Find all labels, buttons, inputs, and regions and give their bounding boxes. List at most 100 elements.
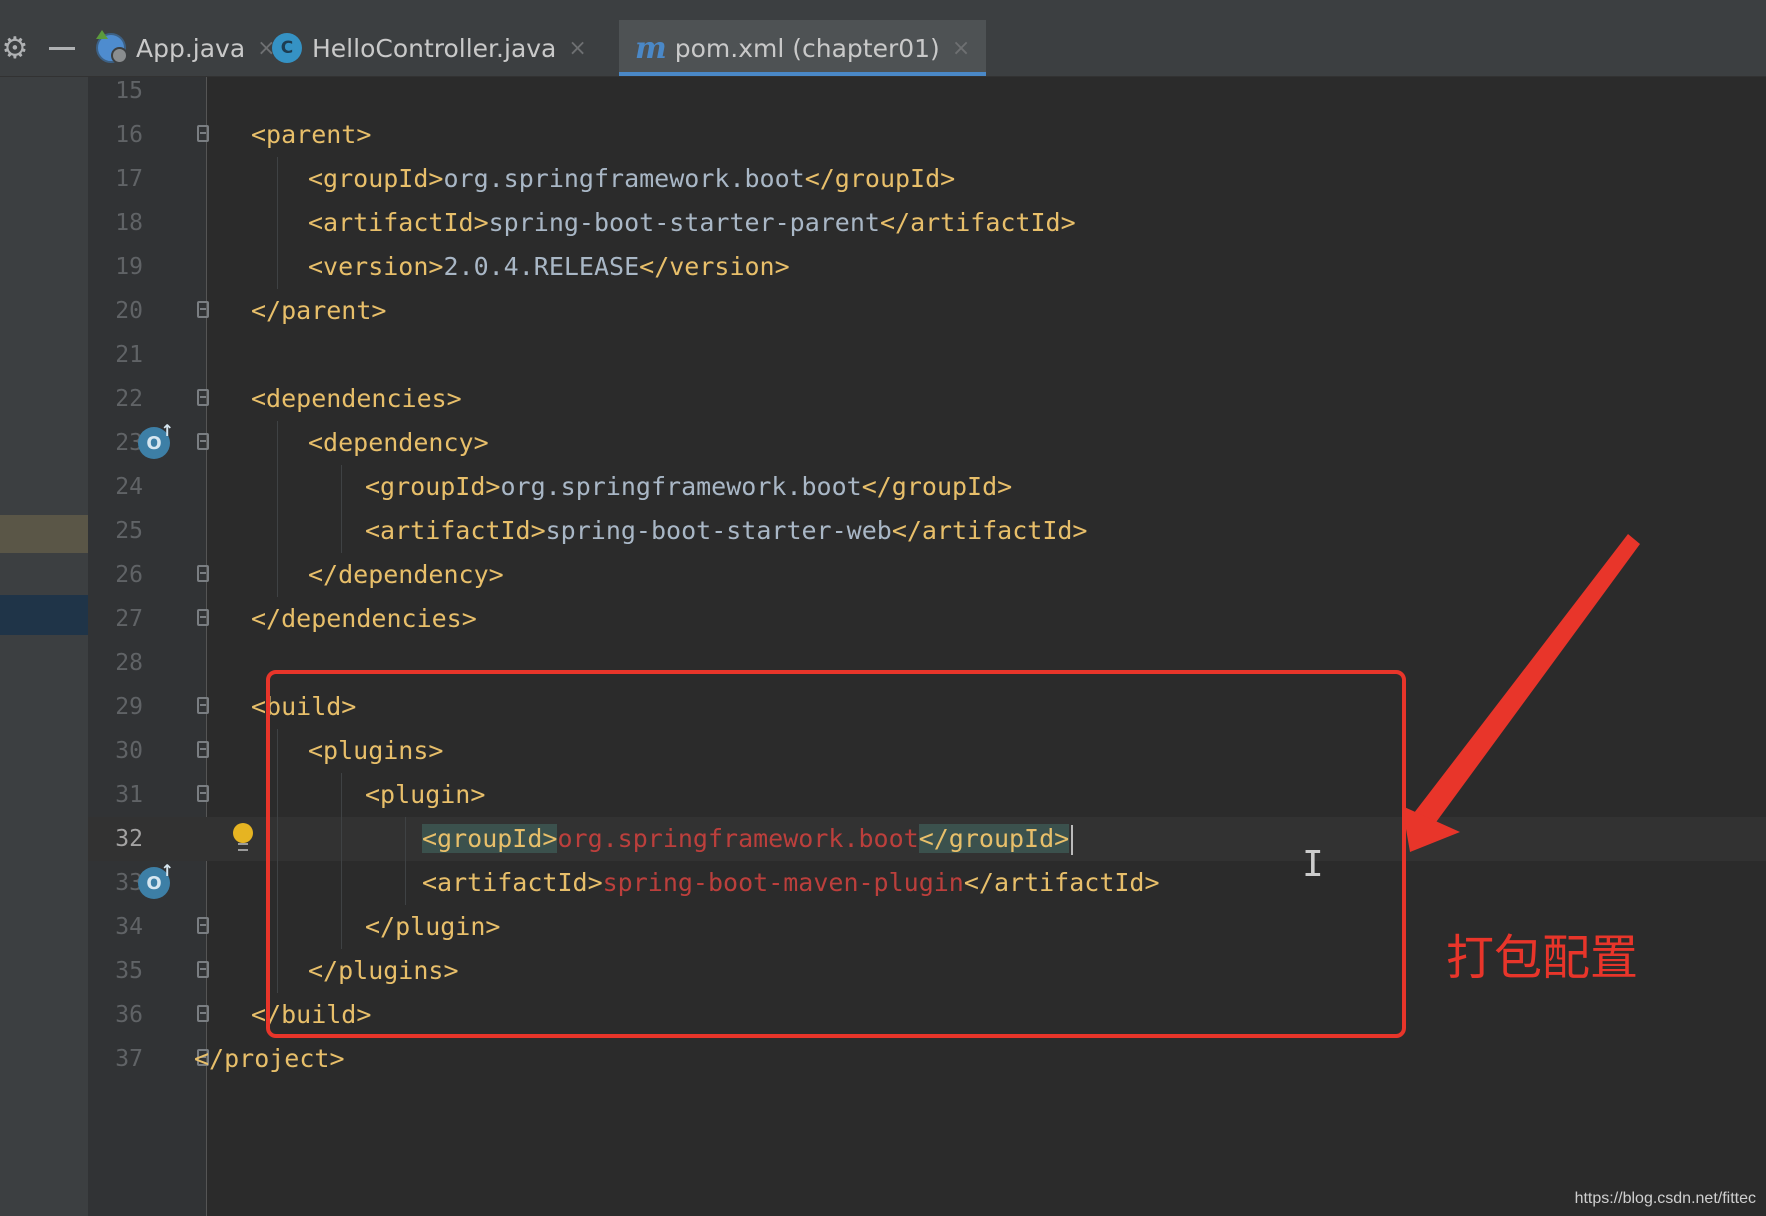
close-icon[interactable]: ×: [952, 36, 970, 61]
line-number: 19: [115, 254, 143, 280]
indent-guide: [341, 465, 342, 553]
code-token: <artifactId>: [308, 208, 489, 237]
tab-label: pom.xml (chapter01): [674, 33, 940, 63]
override-method-icon[interactable]: O: [138, 861, 174, 899]
code-text: <artifactId>spring-boot-starter-parent</…: [308, 201, 1076, 245]
code-token: <version>: [308, 252, 444, 281]
fold-marker-icon[interactable]: [197, 785, 209, 802]
code-token: org.springframework.boot: [500, 472, 862, 501]
code-token: </groupId>: [861, 472, 1013, 501]
code-line[interactable]: 15: [88, 69, 1766, 113]
line-number: 16: [115, 122, 143, 148]
line-number: 25: [115, 518, 143, 544]
code-token: 2.0.4.RELEASE: [443, 252, 640, 281]
minimize-icon[interactable]: [44, 20, 80, 76]
tab-label: HelloController.java: [312, 33, 557, 63]
code-text: <groupId>org.springframework.boot</group…: [365, 465, 1012, 509]
code-token: <groupId>: [365, 472, 501, 501]
code-token: org.springframework.boot: [443, 164, 805, 193]
watermark: https://blog.csdn.net/fittec: [1574, 1190, 1756, 1207]
indent-guide: [277, 421, 278, 597]
close-icon[interactable]: ×: [568, 36, 586, 61]
line-number: 20: [115, 298, 143, 324]
code-token: </dependencies>: [251, 604, 477, 633]
line-number: 17: [115, 166, 143, 192]
line-number: 21: [115, 342, 143, 368]
code-token: <dependency>: [308, 428, 489, 457]
code-token: spring-boot-starter-web: [545, 516, 892, 545]
tab-app-java[interactable]: App.java ×: [96, 20, 276, 76]
code-line[interactable]: 20 </parent>: [88, 289, 1766, 333]
line-number: 36: [115, 1002, 143, 1028]
code-line[interactable]: 37 </project>: [88, 1037, 1766, 1081]
maven-icon: m: [635, 30, 667, 66]
code-text: <artifactId>spring-boot-starter-web</art…: [365, 509, 1087, 553]
tab-label: App.java: [136, 33, 246, 63]
annotation-label: 打包配置: [1446, 930, 1639, 986]
java-class-icon: C: [272, 33, 302, 63]
code-token: </dependency>: [308, 560, 504, 589]
sidebar-active-item: [0, 595, 88, 635]
line-number: 37: [115, 1046, 143, 1072]
line-number: 26: [115, 562, 143, 588]
code-line[interactable]: 23O <dependency>: [88, 421, 1766, 465]
code-line[interactable]: 22 <dependencies>: [88, 377, 1766, 421]
fold-marker-icon[interactable]: [197, 741, 209, 758]
fold-marker-icon[interactable]: [197, 389, 209, 406]
code-token: <dependencies>: [251, 384, 462, 413]
code-text: </dependency>: [308, 553, 504, 597]
code-line[interactable]: 16 <parent>: [88, 113, 1766, 157]
lightbulb-intention-icon[interactable]: [232, 823, 254, 853]
code-token: </artifactId>: [879, 208, 1076, 237]
line-number: 24: [115, 474, 143, 500]
code-token: </project>: [194, 1044, 345, 1073]
code-line[interactable]: 24 <groupId>org.springframework.boot</gro…: [88, 465, 1766, 509]
code-text: </parent>: [251, 289, 386, 333]
line-number: 35: [115, 958, 143, 984]
code-line[interactable]: 21: [88, 333, 1766, 377]
code-text: </project>: [194, 1037, 345, 1081]
override-method-icon[interactable]: O: [138, 421, 174, 459]
fold-marker-icon[interactable]: [197, 697, 209, 714]
tab-pom-xml[interactable]: m pom.xml (chapter01) ×: [619, 20, 987, 76]
line-number: 27: [115, 606, 143, 632]
mouse-ibeam-cursor: I: [1302, 844, 1324, 885]
code-line[interactable]: 18 <artifactId>spring-boot-starter-parent…: [88, 201, 1766, 245]
gear-icon[interactable]: ⚙: [0, 20, 30, 76]
fold-marker-icon[interactable]: [197, 609, 209, 626]
line-number: 34: [115, 914, 143, 940]
code-token: </artifactId>: [891, 516, 1088, 545]
code-line[interactable]: 19 <version>2.0.4.RELEASE</version>: [88, 245, 1766, 289]
line-number: 15: [115, 78, 143, 104]
code-token: spring-boot-starter-parent: [488, 208, 880, 237]
code-token: </version>: [639, 252, 790, 281]
fold-marker-icon[interactable]: [197, 961, 209, 978]
fold-marker-icon[interactable]: [197, 1005, 209, 1022]
project-sidebar: [0, 77, 88, 1216]
code-line[interactable]: 27 </dependencies>: [88, 597, 1766, 641]
code-token: <parent>: [251, 120, 372, 149]
line-number: 18: [115, 210, 143, 236]
fold-marker-icon[interactable]: [197, 125, 209, 142]
code-token: <artifactId>: [365, 516, 546, 545]
fold-marker-icon[interactable]: [197, 917, 209, 934]
code-line[interactable]: 26 </dependency>: [88, 553, 1766, 597]
code-text: </dependencies>: [251, 597, 477, 641]
indent-guide: [277, 157, 278, 289]
annotation-box: [266, 670, 1406, 1038]
fold-marker-icon[interactable]: [197, 433, 209, 450]
code-text: <groupId>org.springframework.boot</group…: [308, 157, 955, 201]
line-number: 23: [115, 430, 143, 456]
line-number: 28: [115, 650, 143, 676]
code-text: <version>2.0.4.RELEASE</version>: [308, 245, 790, 289]
java-app-icon: [96, 30, 128, 64]
line-number: 33: [115, 870, 143, 896]
code-token: </groupId>: [804, 164, 956, 193]
line-number: 29: [115, 694, 143, 720]
code-text: <dependencies>: [251, 377, 462, 421]
code-line[interactable]: 25 <artifactId>spring-boot-starter-web</a…: [88, 509, 1766, 553]
code-line[interactable]: 17 <groupId>org.springframework.boot</gro…: [88, 157, 1766, 201]
fold-marker-icon[interactable]: [197, 565, 209, 582]
fold-marker-icon[interactable]: [197, 301, 209, 318]
tab-hellocontroller-java[interactable]: C HelloController.java ×: [272, 20, 587, 76]
